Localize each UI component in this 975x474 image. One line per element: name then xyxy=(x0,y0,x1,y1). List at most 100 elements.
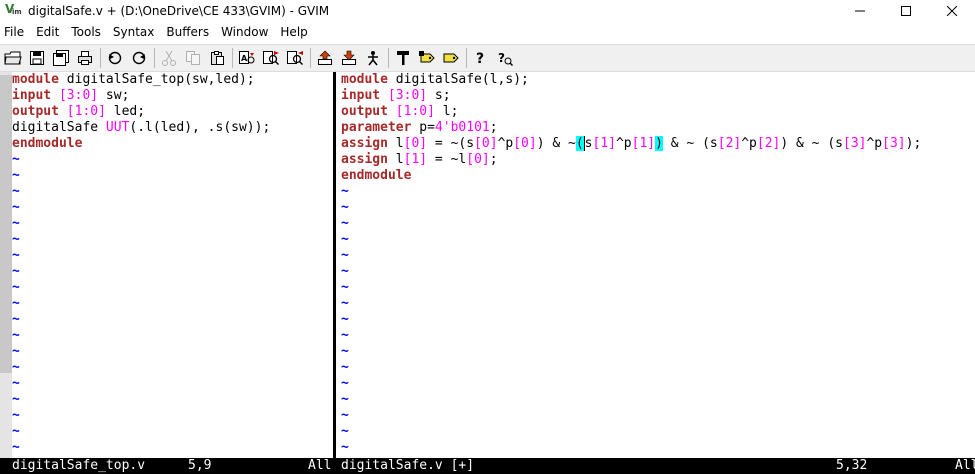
code-token: ^p xyxy=(615,136,632,151)
empty-line-marker: ~ xyxy=(12,216,20,231)
empty-line-marker: ~ xyxy=(341,248,349,263)
code-line[interactable]: module digitalSafe(l,s); xyxy=(341,72,975,88)
code-token: digitalSafe xyxy=(12,120,106,135)
menu-help[interactable]: Help xyxy=(274,22,313,42)
make-icon[interactable] xyxy=(392,47,414,69)
empty-line-marker: ~ xyxy=(341,440,349,455)
vim-icon[interactable]: Vim xyxy=(5,2,22,19)
menu-tools[interactable]: Tools xyxy=(65,22,107,42)
empty-line-marker: ~ xyxy=(12,424,20,439)
right-editor-pane[interactable]: module digitalSafe(l,s); input [3:0] s; ou… xyxy=(341,72,975,458)
copy-icon[interactable] xyxy=(182,47,204,69)
code-token: [3] xyxy=(843,136,867,151)
code-token: assign xyxy=(341,136,388,151)
build-tags-icon[interactable] xyxy=(416,47,438,69)
empty-line-marker: ~ xyxy=(341,408,349,423)
empty-line-marker: ~ xyxy=(341,392,349,407)
code-token: digitalSafe_top(sw,led); xyxy=(58,72,255,87)
menu-bar: File Edit Tools Syntax Buffers Window He… xyxy=(0,22,975,42)
code-token: [3] xyxy=(882,136,906,151)
editor-area: module digitalSafe_top(sw,led); input [3:… xyxy=(0,72,975,458)
window-title: digitalSafe.v + (D:\OneDrive\CE 433\GVIM… xyxy=(28,4,330,18)
empty-line-marker: ~ xyxy=(341,280,349,295)
paste-icon[interactable] xyxy=(206,47,228,69)
cut-icon[interactable] xyxy=(158,47,180,69)
empty-line-marker: ~ xyxy=(341,424,349,439)
empty-line-marker: ~ xyxy=(341,360,349,375)
toolbar-separator xyxy=(100,48,101,68)
code-token: [3:0] xyxy=(387,88,428,103)
code-line[interactable]: module digitalSafe_top(sw,led); xyxy=(12,72,330,88)
code-line[interactable]: output [1:0] l; xyxy=(341,104,975,120)
empty-line-marker: ~ xyxy=(12,168,20,183)
code-token: s; xyxy=(427,88,451,103)
print-icon[interactable] xyxy=(74,47,96,69)
code-token: digitalSafe(l,s); xyxy=(387,72,529,87)
code-token: l xyxy=(387,152,404,167)
save-icon[interactable] xyxy=(26,47,48,69)
find-next-icon[interactable] xyxy=(260,47,282,69)
code-token: [3:0] xyxy=(58,88,99,103)
replace-icon[interactable]: A xyxy=(236,47,258,69)
code-token: parameter xyxy=(341,120,412,135)
empty-line-marker: ~ xyxy=(12,344,20,359)
open-icon[interactable] xyxy=(2,47,24,69)
undo-icon[interactable] xyxy=(104,47,126,69)
code-line[interactable]: endmodule xyxy=(12,136,330,152)
find-help-icon[interactable]: ? xyxy=(494,47,516,69)
code-line[interactable]: assign l[1] = ~l[0]; xyxy=(341,152,975,168)
left-editor-pane[interactable]: module digitalSafe_top(sw,led); input [3:… xyxy=(12,72,330,458)
menu-window[interactable]: Window xyxy=(215,22,274,42)
empty-line-marker: ~ xyxy=(341,264,349,279)
left-scrollbar[interactable] xyxy=(0,72,12,458)
code-token: output xyxy=(12,104,59,119)
code-token: [2] xyxy=(756,136,781,151)
help-icon[interactable]: ? xyxy=(470,47,492,69)
code-line[interactable]: input [3:0] sw; xyxy=(12,88,330,104)
code-token: (.l(led), .s(sw)); xyxy=(129,120,271,135)
code-token: [1:0] xyxy=(395,104,435,119)
left-scrollbar-thumb[interactable] xyxy=(0,75,12,373)
load-session-icon[interactable] xyxy=(314,47,336,69)
empty-line-marker: ~ xyxy=(12,248,20,263)
menu-edit[interactable]: Edit xyxy=(30,22,65,42)
run-script-icon[interactable] xyxy=(362,47,384,69)
code-token: ; xyxy=(489,120,498,135)
svg-text:?: ? xyxy=(498,51,505,65)
menu-file[interactable]: File xyxy=(0,22,30,42)
code-token: [0] xyxy=(513,136,537,151)
find-prev-icon[interactable] xyxy=(284,47,306,69)
close-icon[interactable] xyxy=(929,0,975,22)
code-token: module xyxy=(12,72,59,87)
toolbar-separator xyxy=(154,48,155,68)
empty-line-marker: ~ xyxy=(12,392,20,407)
empty-line-marker: ~ xyxy=(12,264,20,279)
jump-tag-icon[interactable] xyxy=(440,47,462,69)
title-bar: Vim digitalSafe.v + (D:\OneDrive\CE 433\… xyxy=(0,0,975,22)
code-token: input xyxy=(341,88,381,103)
empty-line-marker: ~ xyxy=(12,408,20,423)
empty-line-marker: ~ xyxy=(12,184,20,199)
code-line[interactable]: assign l[0] = ~(s[0]^p[0]) & ~(s[1]^p[1]… xyxy=(341,136,975,152)
code-token: endmodule xyxy=(12,136,83,151)
maximize-icon[interactable] xyxy=(883,0,929,22)
code-token: ^p xyxy=(497,136,514,151)
svg-text:A: A xyxy=(241,54,248,63)
toolbar-separator xyxy=(310,48,311,68)
left-status-filename: digitalSafe_top.v xyxy=(12,458,146,473)
code-line[interactable]: input [3:0] s; xyxy=(341,88,975,104)
save-session-icon[interactable] xyxy=(338,47,360,69)
redo-icon[interactable] xyxy=(128,47,150,69)
menu-buffers[interactable]: Buffers xyxy=(160,22,215,42)
code-line[interactable]: endmodule xyxy=(341,168,975,184)
code-token: [2] xyxy=(717,136,742,151)
menu-syntax[interactable]: Syntax xyxy=(107,22,160,42)
minimize-icon[interactable] xyxy=(837,0,883,22)
save-all-icon[interactable] xyxy=(50,47,72,69)
code-line[interactable]: digitalSafe UUT(.l(led), .s(sw)); xyxy=(12,120,330,136)
code-line[interactable]: parameter p=4'b0101; xyxy=(341,120,975,136)
code-line[interactable]: output [1:0] led; xyxy=(12,104,330,120)
